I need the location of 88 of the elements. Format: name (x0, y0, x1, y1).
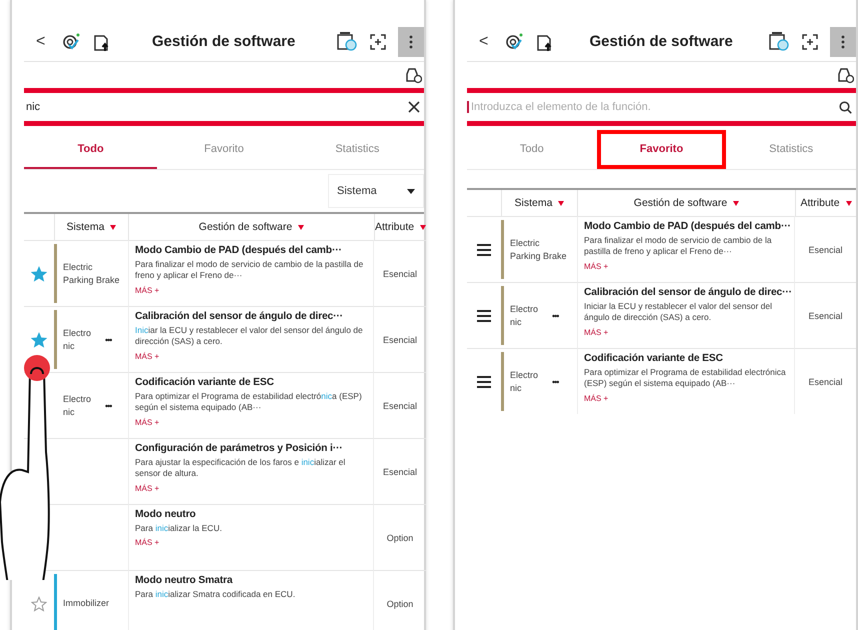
function-description: Iniciar la ECU y restablecer el valor del sensor del ángulo de dirección (SAS) a cero. (135, 325, 364, 348)
column-header[interactable]: Sistema (501, 190, 577, 216)
caret-icon (407, 188, 415, 194)
id-card-icon[interactable] (336, 32, 358, 52)
attribute-value: Esencial (374, 240, 426, 306)
function-title: Calibración del sensor de ángulo de direc··· (135, 311, 343, 322)
more-link[interactable]: MÁS + (135, 352, 160, 361)
function-description: Para ajustar la especificación de los faros e inicializar el sensor de altura. (135, 457, 346, 480)
search-field[interactable]: Introduzca el elemento de la función. (467, 101, 835, 113)
tab[interactable]: Favorito (596, 130, 726, 169)
id-card-icon[interactable] (768, 32, 790, 52)
function-description: Para inicializar la ECU. (135, 523, 222, 534)
function-title: Modo Cambio de PAD (después del camb··· (135, 245, 342, 256)
drag-handle-icon[interactable] (477, 310, 491, 322)
system-name: Electro nic (63, 393, 92, 418)
attribute-value: Option (374, 570, 426, 630)
system-name: Electro nic (510, 369, 540, 394)
tab[interactable]: Todo (467, 130, 597, 169)
gear-check-icon[interactable] (504, 32, 524, 52)
sort-icon (420, 224, 426, 230)
drag-handle-icon[interactable] (477, 244, 491, 256)
more-link[interactable]: MÁS + (135, 286, 160, 295)
column-header[interactable]: Sistema (54, 214, 128, 240)
column-header[interactable]: Attribute (374, 214, 426, 240)
attribute-value: Esencial (795, 348, 856, 414)
more-link[interactable]: MÁS + (584, 394, 608, 403)
screen-title: Gestión de software (150, 33, 296, 50)
back-button[interactable]: < (32, 32, 50, 50)
more-menu-button[interactable] (398, 26, 424, 56)
attribute-value: Esencial (374, 306, 426, 372)
more-link[interactable]: MÁS + (135, 484, 160, 493)
column-header[interactable]: Gestión de software (577, 190, 795, 216)
more-button[interactable]: ••• (105, 400, 112, 410)
gear-check-icon[interactable] (61, 32, 82, 52)
vertical-dots-icon (409, 34, 413, 48)
screen-title: Gestión de software (588, 33, 734, 50)
sort-icon (558, 200, 564, 206)
column-header[interactable]: Attribute (795, 190, 856, 216)
tab[interactable]: Statistics (290, 130, 424, 169)
function-title: Modo neutro Smatra (135, 575, 232, 586)
scan-icon[interactable] (370, 34, 386, 50)
back-button[interactable]: < (475, 32, 492, 50)
search-field[interactable]: nic (24, 101, 404, 113)
sort-icon (110, 224, 116, 230)
attribute-value: Option (374, 504, 426, 570)
attribute-value: Esencial (795, 282, 856, 348)
scan-icon[interactable] (802, 34, 818, 50)
column-header[interactable]: Gestión de software (128, 214, 374, 240)
function-description: Para finalizar el modo de servicio de cambio de la pastilla de freno y aplicar el Freno de··· (584, 235, 773, 258)
system-name: Immobilizer (63, 597, 110, 610)
function-description: Iniciar la ECU y restablecer el valor del sensor del ángulo de dirección (SAS) a cero. (584, 301, 774, 324)
function-title: Modo Cambio de PAD (después del camb··· (584, 221, 791, 232)
star-outline-icon[interactable] (31, 596, 47, 612)
tab[interactable]: Statistics (726, 130, 856, 169)
more-button[interactable]: ••• (552, 376, 558, 386)
function-title: Configuración de parámetros y Posición i··· (135, 443, 343, 454)
function-description: Para optimizar el Programa de estabilidad electrónica (ESP) según el sistema equipado (AB··· (584, 367, 787, 390)
vertical-dots-icon (841, 34, 845, 48)
function-title: Codificación variante de ESC (135, 377, 274, 388)
filled-star-icon[interactable] (31, 332, 47, 348)
drag-handle-icon[interactable] (477, 376, 491, 388)
system-name: Electric Parking Brake (510, 237, 568, 262)
tab[interactable]: Favorito (157, 130, 291, 169)
system-name: Electro nic (510, 303, 540, 328)
function-title: Calibración del sensor de ángulo de direc··· (584, 287, 792, 298)
filled-star-icon[interactable] (31, 266, 47, 282)
system-name: Electric Parking Brake (63, 261, 121, 286)
sort-icon (298, 224, 304, 230)
sort-icon (733, 200, 740, 206)
attribute-value: Esencial (795, 216, 856, 282)
more-link[interactable]: MÁS + (584, 262, 608, 271)
attribute-value: Esencial (374, 372, 426, 438)
function-title: Codificación variante de ESC (584, 353, 723, 364)
function-description: Para optimizar el Programa de estabilidad electrónica (ESP) según el sistema equipado (AB··· (135, 391, 363, 414)
more-link[interactable]: MÁS + (584, 328, 608, 337)
system-name: Electro nic (63, 327, 92, 352)
more-link[interactable]: MÁS + (135, 538, 160, 548)
more-link[interactable]: MÁS + (135, 418, 160, 427)
function-description: Para finalizar el modo de servicio de cambio de la pastilla de freno y aplicar el Freno de··· (135, 259, 364, 282)
more-button[interactable]: ••• (552, 310, 558, 320)
function-description: Para inicializar Smatra codificada en ECU. (135, 589, 296, 600)
function-title: Modo neutro (135, 509, 196, 520)
more-button[interactable]: ••• (105, 334, 112, 344)
sort-icon (846, 200, 852, 206)
attribute-value: Esencial (374, 438, 426, 504)
more-menu-button[interactable] (830, 26, 856, 56)
system-dropdown[interactable]: Sistema (328, 174, 424, 208)
tab[interactable]: Todo (24, 130, 158, 169)
